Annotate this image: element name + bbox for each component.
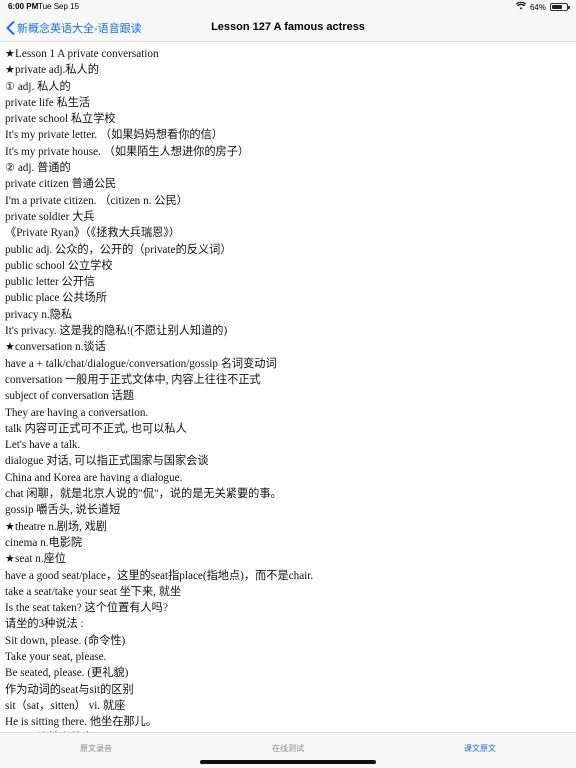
text-line: It's my private letter. （如果妈妈想看你的信）	[5, 129, 223, 142]
lesson-text[interactable]: ★Lesson 1 A private conversation ★private…	[0, 46, 576, 732]
text-line: have a + talk/chat/dialogue/conversation…	[5, 357, 277, 370]
text-line: conversation 一般用于正式文体中, 内容上往往不正式	[5, 373, 261, 386]
status-date: Tue Sep 15	[38, 2, 80, 11]
text-line: take a seat/take your seat 坐下来, 就坐	[5, 585, 182, 598]
status-right: 64%	[515, 1, 570, 12]
text-line: He is sitting there. 他坐在那儿。	[5, 716, 157, 729]
tab-bar: 原文录音 在线测试 课文原文	[0, 732, 576, 768]
text-line: gossip 嚼舌头, 说长道短	[5, 504, 121, 517]
text-line: Sit down, please. (命令性)	[5, 634, 126, 647]
text-line: privacy n.隐私	[5, 308, 73, 321]
text-line: have a good seat/place，这里的seat指place(指地点…	[5, 569, 314, 582]
wifi-icon	[515, 1, 527, 12]
text-line: chat 闲聊，就是北京人说的"侃"，说的是无关紧要的事。	[5, 488, 282, 501]
status-time: 6:00 PM	[8, 2, 39, 11]
text-line: ★seat n.座位	[5, 553, 66, 566]
text-line: They are having a conversation.	[5, 406, 149, 419]
text-line: private citizen 普通公民	[5, 178, 117, 191]
text-line: I'm a private citizen. （citizen n. 公民）	[5, 194, 188, 207]
text-line: dialogue 对话, 可以指正式国家与国家会谈	[5, 455, 209, 468]
text-line: China and Korea are having a dialogue.	[5, 471, 183, 484]
text-line: private soldier 大兵	[5, 210, 95, 223]
status-bar: 6:00 PM Tue Sep 15 64%	[0, 0, 576, 14]
page-title: Lesson 127 A famous actress	[211, 21, 365, 33]
battery-percent: 64%	[529, 2, 546, 12]
text-line: ★conversation n.谈话	[5, 341, 106, 354]
text-line: public place 公共场所	[5, 292, 107, 305]
battery-icon	[550, 3, 570, 11]
tab-original-recording[interactable]: 原文录音	[0, 733, 192, 768]
text-line: public school 公立学校	[5, 259, 113, 272]
text-line: talk 内容可正式可不正式, 也可以私人	[5, 422, 187, 435]
text-line: ① adj. 私人的	[5, 80, 71, 93]
text-line: Is the seat taken? 这个位置有人吗?	[5, 602, 168, 615]
text-line: private school 私立学校	[5, 113, 116, 126]
text-line: subject of conversation 话题	[5, 390, 134, 403]
text-line: It's my private house. （如果陌生人想进你的房子）	[5, 145, 250, 158]
text-line: public letter 公开信	[5, 276, 96, 289]
text-line: ② adj. 普通的	[5, 162, 71, 175]
text-line: sit（sat，sitten） vi. 就座	[5, 699, 126, 712]
text-line: It's privacy. 这是我的隐私!(不愿让别人知道的)	[5, 325, 228, 338]
text-line: Be seated, please. (更礼貌)	[5, 667, 129, 680]
text-line: ★theatre n.剧场, 戏剧	[5, 520, 107, 533]
text-line: Take your seat, please.	[5, 650, 107, 663]
text-line: Let's have a talk.	[5, 439, 81, 452]
home-indicator	[200, 760, 376, 764]
navigation-bar: 新概念英语大全-语音跟读 Lesson 127 A famous actress	[0, 14, 576, 42]
text-line: 作为动词的seat与sit的区别	[5, 683, 134, 696]
text-line: private life 私生活	[5, 96, 91, 109]
text-line: 请坐的3种说法 :	[5, 618, 84, 631]
text-line: cinema n.电影院	[5, 536, 83, 549]
text-line: 《Private Ryan》（《拯救大兵瑞恩》）	[5, 227, 181, 240]
text-line: public adj. 公众的，公开的（private的反义词）	[5, 243, 232, 256]
text-line: ★private adj.私人的	[5, 64, 99, 77]
tab-lesson-text[interactable]: 课文原文	[384, 733, 576, 768]
text-line: ★Lesson 1 A private conversation	[5, 48, 159, 60]
